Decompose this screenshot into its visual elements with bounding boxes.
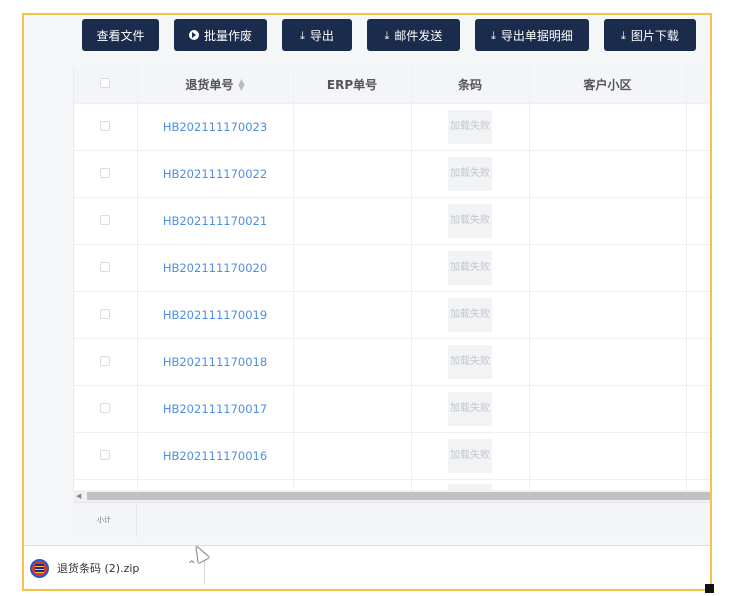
header-erp-no: ERP单号 (293, 66, 412, 104)
summary-label: 小计 (97, 516, 111, 524)
header-customer-area: 客户小区 (529, 66, 687, 104)
erp-no-cell (293, 291, 412, 339)
download-icon: ⤓ (384, 28, 390, 42)
erp-no-cell (293, 244, 412, 292)
return-no-link[interactable]: HB202111170017 (163, 402, 267, 416)
chevron-up-icon[interactable]: ^ (188, 560, 196, 570)
page-content: 查看文件 批量作废 ⤓ 导出 ⤓ 邮件发送 ⤓ 导出单据明细 ⤓ 图片下载 退货… (24, 15, 710, 545)
erp-no-cell (293, 197, 412, 245)
return-no-link[interactable]: HB202111170019 (163, 308, 267, 322)
header-return-no[interactable]: 退货单号 ▲ ▼ (137, 66, 294, 104)
return-no-link[interactable]: HB202111170016 (163, 449, 267, 463)
table-row: HB202111170023 加载失败 (74, 103, 710, 151)
return-no-link[interactable]: HB202111170023 (163, 120, 267, 134)
return-no-link[interactable]: HB202111170021 (163, 214, 267, 228)
summary-row: 小计 (73, 502, 710, 537)
row-checkbox[interactable] (100, 120, 111, 131)
table-row: HB202111170021 加载失败 (74, 197, 710, 245)
header-barcode-label: 条码 (457, 77, 482, 92)
view-file-label: 查看文件 (96, 28, 145, 43)
select-all-checkbox[interactable] (100, 78, 111, 89)
customer-area-cell (529, 103, 687, 151)
table-row: HB202111170020 加载失败 (74, 244, 710, 292)
header-extra (686, 66, 710, 104)
zip-archive-icon (30, 558, 49, 578)
row-checkbox[interactable] (100, 214, 111, 225)
erp-no-cell (293, 432, 412, 480)
return-no-link[interactable]: HB202111170022 (163, 167, 267, 181)
download-item[interactable]: 退货条码 (2).zip ^ (30, 555, 204, 581)
return-no-link[interactable]: HB202111170018 (163, 355, 267, 369)
batch-void-label: 批量作废 (203, 28, 252, 43)
barcode-image-failed: 加载失败 (448, 203, 492, 238)
table-row: HB202111170022 加载失败 (74, 150, 710, 198)
row-checkbox[interactable] (100, 355, 111, 366)
customer-area-cell (529, 291, 687, 339)
customer-area-cell (529, 432, 687, 480)
summary-divider (136, 503, 137, 537)
customer-area-cell (529, 150, 687, 198)
customer-area-cell (529, 244, 687, 292)
resize-handle-icon[interactable] (705, 584, 714, 593)
download-icon: ⤓ (300, 28, 305, 42)
play-circle-icon (188, 30, 199, 40)
erp-no-cell (293, 338, 412, 386)
scrollbar-thumb[interactable] (87, 492, 710, 500)
barcode-image-failed: 加载失败 (448, 391, 492, 426)
erp-no-cell (293, 385, 412, 433)
email-send-button[interactable]: ⤓ 邮件发送 (367, 19, 460, 51)
barcode-image-failed: 加载失败 (448, 156, 492, 191)
export-detail-label: 导出单据明细 (500, 28, 573, 43)
export-label: 导出 (309, 28, 334, 43)
data-table: 退货单号 ▲ ▼ ERP单号 条码 客户小区 HB202111170023 加载失败 (73, 66, 710, 536)
barcode-image-failed: 加载失败 (448, 438, 492, 473)
erp-no-cell (293, 103, 412, 151)
header-return-no-label: 退货单号 (185, 77, 234, 92)
barcode-image-failed: 加载失败 (448, 297, 492, 332)
customer-area-cell (529, 338, 687, 386)
sort-icon[interactable]: ▲ ▼ (238, 78, 244, 92)
table-row: HB202111170017 加载失败 (74, 385, 710, 433)
barcode-image-failed: 加载失败 (448, 344, 492, 379)
header-erp-no-label: ERP单号 (326, 77, 378, 92)
customer-area-cell (529, 197, 687, 245)
customer-area-cell (529, 385, 687, 433)
row-checkbox[interactable] (100, 308, 111, 319)
erp-no-cell (293, 150, 412, 198)
download-bar: 退货条码 (2).zip ^ (24, 545, 710, 589)
barcode-image-failed: 加载失败 (448, 250, 492, 285)
header-barcode: 条码 (411, 66, 530, 104)
barcode-image-failed: 加载失败 (448, 109, 492, 144)
image-download-label: 图片下载 (630, 28, 679, 43)
table-row: HB202111170018 加载失败 (74, 338, 710, 386)
view-file-button[interactable]: 查看文件 (82, 19, 159, 51)
select-all-cell (74, 66, 138, 104)
download-icon: ⤓ (491, 28, 496, 42)
batch-void-button[interactable]: 批量作废 (174, 19, 267, 51)
row-checkbox[interactable] (100, 167, 111, 178)
export-button[interactable]: ⤓ 导出 (282, 19, 352, 51)
row-checkbox[interactable] (100, 261, 111, 272)
download-icon: ⤓ (621, 28, 626, 42)
row-checkbox[interactable] (100, 402, 111, 413)
table-row: HB202111170019 加载失败 (74, 291, 710, 339)
return-no-link[interactable]: HB202111170020 (163, 261, 267, 275)
download-file-name: 退货条码 (2).zip (57, 562, 140, 575)
image-download-button[interactable]: ⤓ 图片下载 (604, 19, 696, 51)
horizontal-scrollbar[interactable]: ◀ (73, 490, 710, 502)
table-header-row: 退货单号 ▲ ▼ ERP单号 条码 客户小区 (74, 66, 710, 104)
scroll-left-icon[interactable]: ◀ (76, 490, 81, 502)
email-send-label: 邮件发送 (394, 28, 443, 43)
export-detail-button[interactable]: ⤓ 导出单据明细 (475, 19, 589, 51)
header-customer-area-label: 客户小区 (583, 77, 632, 92)
row-checkbox[interactable] (100, 449, 111, 460)
table-row: HB202111170016 加载失败 (74, 432, 710, 480)
